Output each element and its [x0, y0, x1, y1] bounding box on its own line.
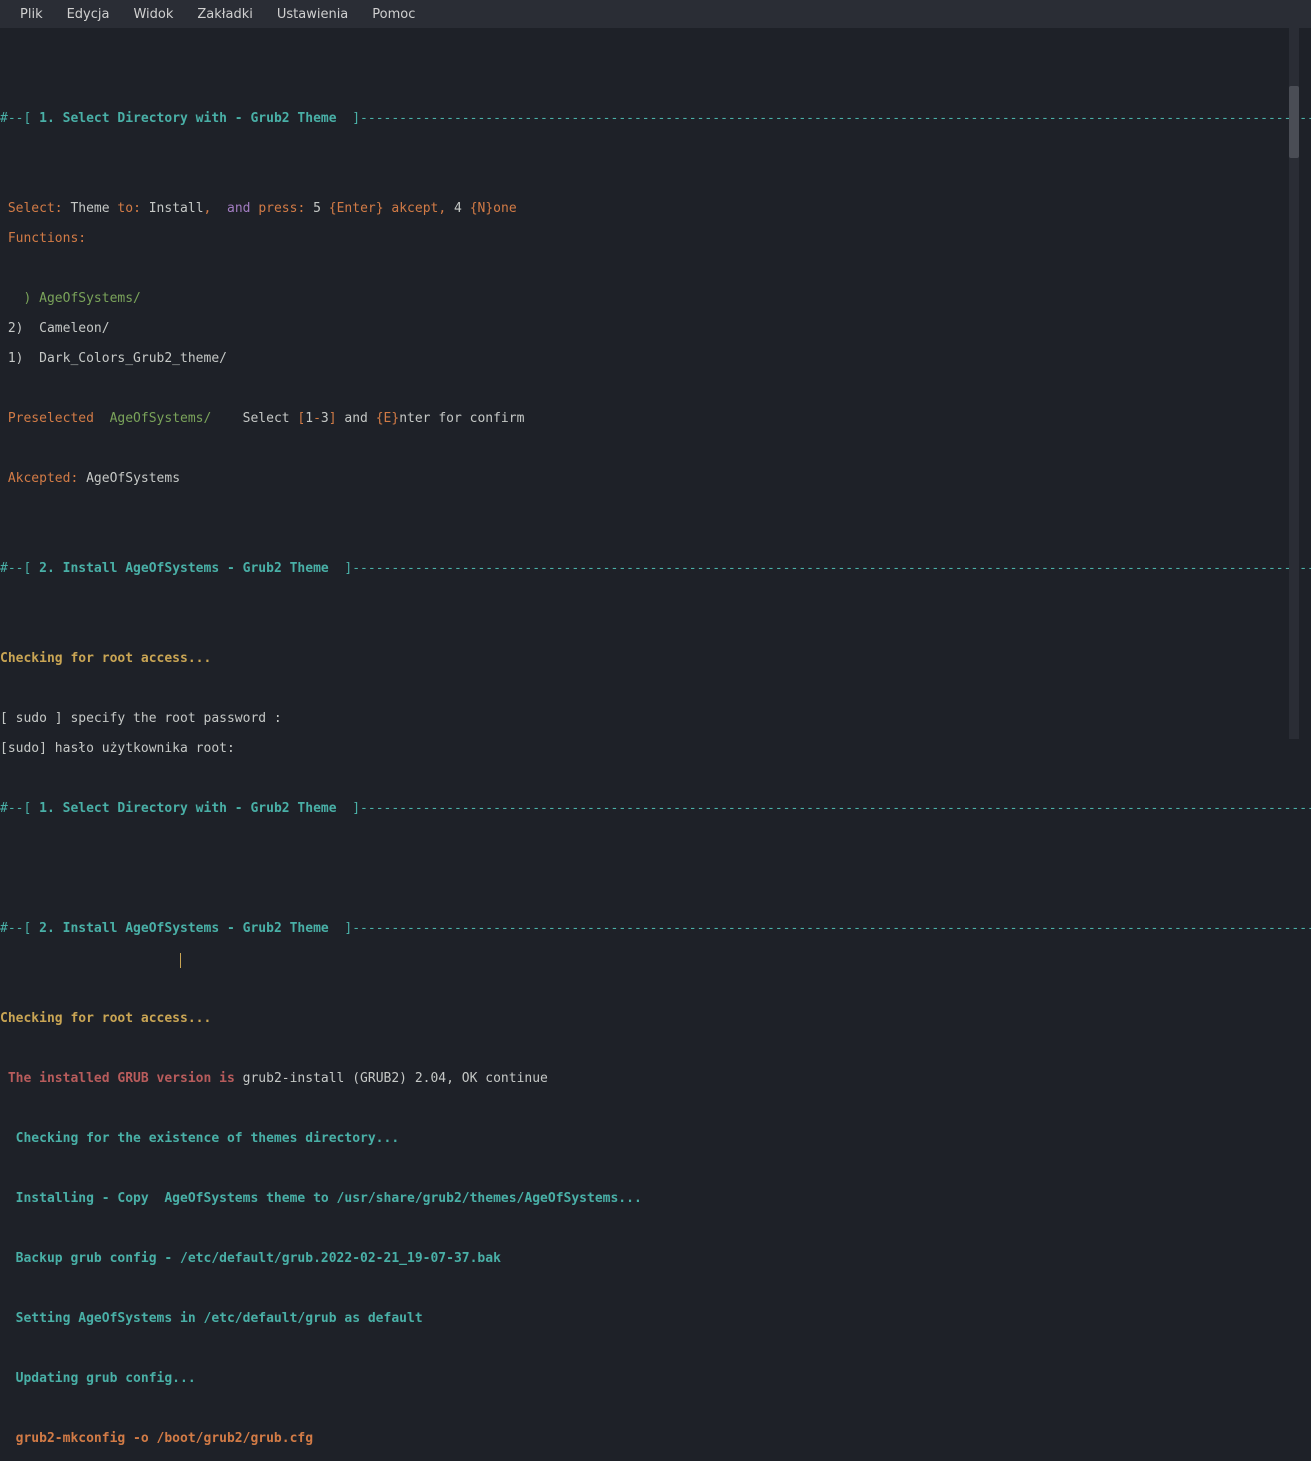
key-e: {E}: [376, 411, 399, 426]
text-theme: Theme: [63, 201, 118, 216]
status-backup: Backup grub config - /etc/default/grub.2…: [0, 1251, 501, 1266]
menu-file[interactable]: Plik: [8, 3, 55, 26]
section-suffix-3: ]: [337, 801, 360, 816]
option-2: 2) Cameleon/: [0, 321, 110, 336]
section-prefix: #--[: [0, 111, 39, 126]
scrollbar-vertical[interactable]: [1289, 28, 1299, 739]
num-5: 5: [305, 201, 328, 216]
key-enter: {Enter}: [329, 201, 384, 216]
range-1: 1: [305, 411, 313, 426]
section-title-2b: 2. Install AgeOfSystems - Grub2 Theme: [39, 921, 329, 936]
scrollbar-thumb[interactable]: [1289, 86, 1299, 158]
section-title-1: 1. Select Directory with - Grub2 Theme: [39, 111, 336, 126]
num-4: 4: [446, 201, 469, 216]
option-selected: ) AgeOfSystems/: [0, 291, 141, 306]
text-select: Select: [211, 411, 297, 426]
divider-4: ----------------------------------------…: [352, 921, 1311, 936]
text-and: and: [227, 201, 250, 216]
section-prefix-4: #--[: [0, 921, 39, 936]
section-prefix-3: #--[: [0, 801, 39, 816]
divider-3: ----------------------------------------…: [360, 801, 1311, 816]
section-suffix-4: ]: [329, 921, 352, 936]
text-akcept: akcept,: [384, 201, 447, 216]
label-functions: Functions:: [0, 231, 86, 246]
section-title-1b: 1. Select Directory with - Grub2 Theme: [39, 801, 336, 816]
section-title-2: 2. Install AgeOfSystems - Grub2 Theme: [39, 561, 329, 576]
key-none: {N}one: [470, 201, 517, 216]
range-dash: -: [313, 411, 321, 426]
label-to: to:: [117, 201, 140, 216]
status-checking-root-2: Checking for root access...: [0, 1011, 211, 1026]
option-1: 1) Dark_Colors_Grub2_theme/: [0, 351, 227, 366]
menu-edit[interactable]: Edycja: [55, 3, 122, 26]
status-installing: Installing - Copy AgeOfSystems theme to …: [0, 1191, 642, 1206]
text-install: Install: [141, 201, 204, 216]
divider: ----------------------------------------…: [360, 111, 1311, 126]
range-3: 3: [321, 411, 329, 426]
status-check-themes: Checking for the existence of themes dir…: [0, 1131, 399, 1146]
section-suffix-2: ]: [329, 561, 352, 576]
menu-bookmarks[interactable]: Zakładki: [185, 3, 264, 26]
menu-view[interactable]: Widok: [121, 3, 185, 26]
text-confirm: nter for confirm: [399, 411, 524, 426]
label-press: press:: [251, 201, 306, 216]
status-updating: Updating grub config...: [0, 1371, 196, 1386]
menu-help[interactable]: Pomoc: [360, 3, 427, 26]
text-cursor: [180, 953, 181, 968]
status-checking-root: Checking for root access...: [0, 651, 211, 666]
divider-2: ----------------------------------------…: [352, 561, 1311, 576]
sudo-prompt-2: [sudo] hasło użytkownika root:: [0, 741, 235, 756]
label-preselected: Preselected: [0, 411, 94, 426]
section-suffix: ]: [337, 111, 360, 126]
status-setting-default: Setting AgeOfSystems in /etc/default/gru…: [0, 1311, 423, 1326]
comma: ,: [204, 201, 227, 216]
text-and-2: and: [337, 411, 376, 426]
section-prefix-2: #--[: [0, 561, 39, 576]
menu-bar: Plik Edycja Widok Zakładki Ustawienia Po…: [0, 0, 1311, 28]
cmd-mkconfig: grub2-mkconfig -o /boot/grub2/grub.cfg: [0, 1431, 313, 1446]
grub-version-value: grub2-install (GRUB2) 2.04, OK continue: [243, 1071, 548, 1086]
bracket-close: ]: [329, 411, 337, 426]
akcepted-value: AgeOfSystems: [78, 471, 180, 486]
menu-settings[interactable]: Ustawienia: [265, 3, 360, 26]
label-select: Select:: [0, 201, 63, 216]
grub-version-label: The installed GRUB version is: [0, 1071, 243, 1086]
terminal-output[interactable]: #--[ 1. Select Directory with - Grub2 Th…: [0, 28, 1311, 1461]
preselected-value: AgeOfSystems/: [94, 411, 211, 426]
label-akcepted: Akcepted:: [0, 471, 78, 486]
sudo-prompt-1: [ sudo ] specify the root password :: [0, 711, 282, 726]
